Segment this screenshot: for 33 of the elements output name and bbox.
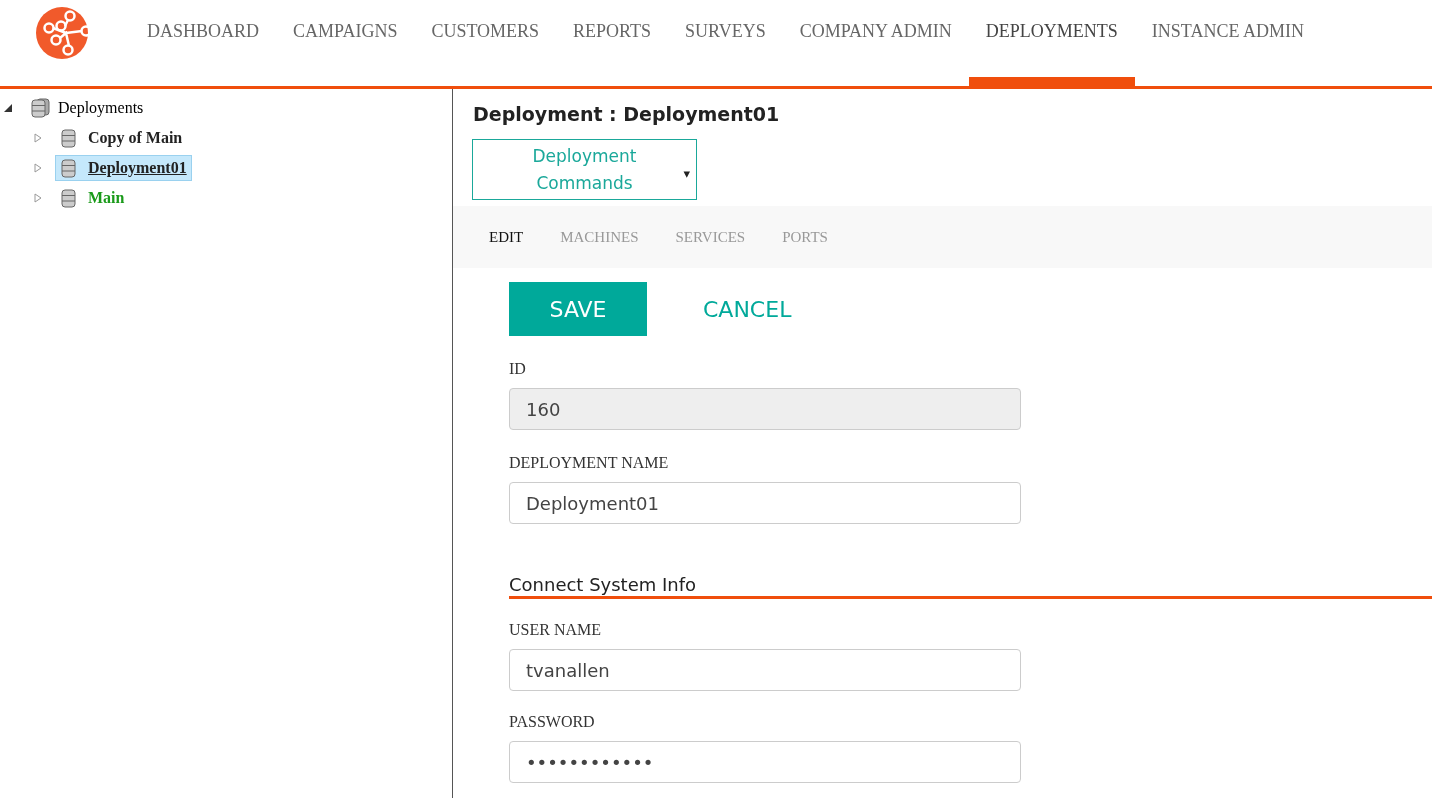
field-label: ID [509,360,527,378]
tree-item-highlight[interactable]: Deployment01 [55,155,192,181]
tree-item-highlight[interactable]: Main [55,185,130,211]
nav-tab[interactable]: INSTANCE ADMIN [1134,0,1321,86]
section-title: Connect System Info [509,574,1432,599]
input-field[interactable]: Deployment01 [509,482,1021,524]
tab[interactable]: EDIT [471,228,543,246]
tree-item[interactable]: Copy of Main [88,129,183,147]
collapsed-arrow-icon[interactable] [33,133,43,143]
field-label: USER NAME [509,621,602,639]
tree-item[interactable]: Deployments [58,99,144,117]
page-title: Deployment : Deployment01 [473,103,781,125]
tree-item[interactable]: Deployment01 [88,159,187,177]
expanded-arrow-icon[interactable] [3,103,13,113]
logo-icon[interactable] [36,7,88,59]
tree-item[interactable]: Main [88,189,125,207]
nav-tab[interactable]: SURVEYS [668,0,783,86]
commands-dropdown[interactable]: Deployment Commands ▾ [472,139,697,200]
collapsed-arrow-icon[interactable] [33,163,43,173]
input-field[interactable]: tvanallen [509,649,1021,691]
collapsed-arrow-icon[interactable] [33,193,43,203]
database-icon [30,98,50,118]
nav-tab[interactable]: CUSTOMERS [414,0,557,86]
nav-tab[interactable]: COMPANY ADMIN [782,0,969,86]
field-label: PASSWORD [509,713,596,731]
nav-tab[interactable]: REPORTS [556,0,669,86]
field-label: DEPLOYMENT NAME [509,454,670,472]
nav-tab[interactable]: DASHBOARD [130,0,277,86]
caret-icon: ▾ [683,160,690,187]
tree-item-highlight[interactable]: Copy of Main [55,125,188,151]
nav-tab[interactable]: CAMPAIGNS [276,0,415,86]
nav-tab[interactable]: DEPLOYMENTS [968,0,1135,86]
input-field[interactable]: •••••••••••• [509,741,1021,783]
